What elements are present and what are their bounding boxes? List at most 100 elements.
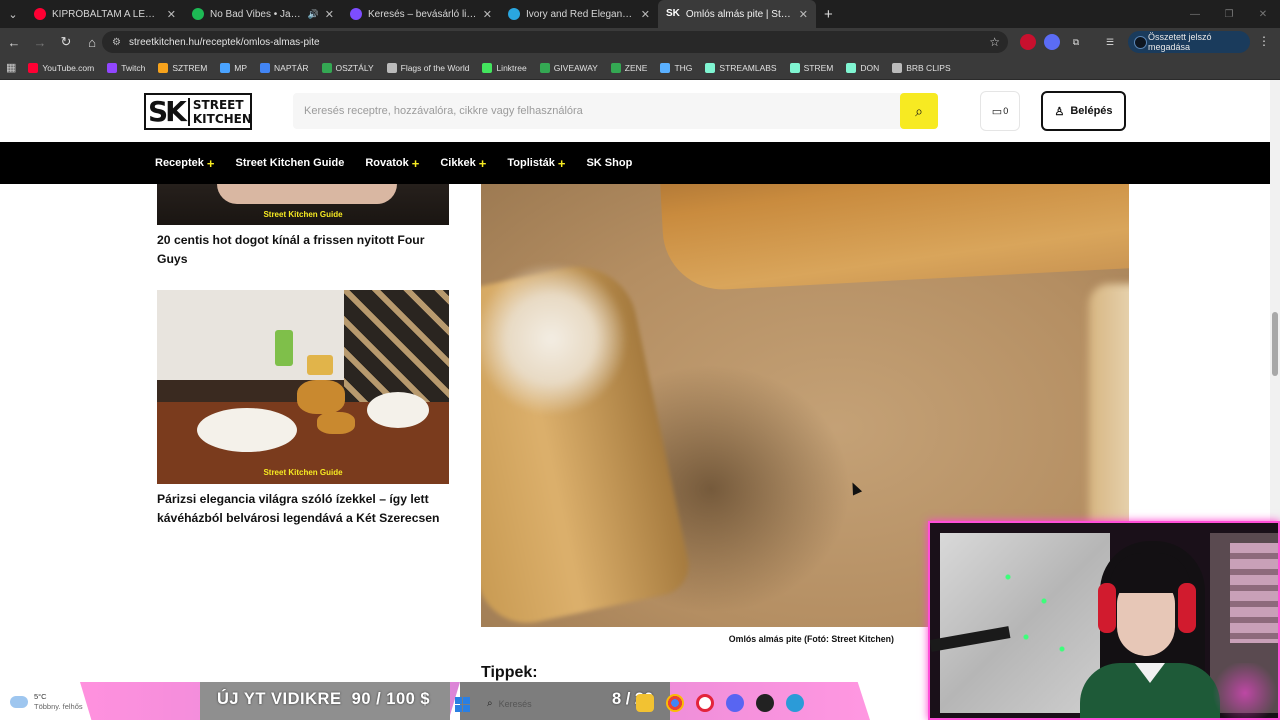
scrollbar-thumb[interactable] xyxy=(1272,312,1278,376)
bookmarks-bar: ▦ YouTube.com Twitch SZTREM MP NAPTÁR OSZTÁLY… xyxy=(0,56,1280,80)
close-tab-icon[interactable]: ✕ xyxy=(483,8,492,21)
bookmark-favicon-icon xyxy=(610,62,621,73)
apps-grid-icon[interactable]: ▦ xyxy=(6,61,16,74)
browser-tab[interactable]: Ivory and Red Elegant Minimali ✕ xyxy=(500,0,658,28)
plus-icon: + xyxy=(206,155,215,171)
windows-start-icon[interactable] xyxy=(455,697,470,712)
bookmark-item[interactable]: STREAMLABS xyxy=(705,62,777,73)
login-button[interactable]: ♙ Belépés xyxy=(1041,91,1126,131)
back-arrow-icon[interactable]: ← xyxy=(2,30,26,54)
extension-shield-icon[interactable] xyxy=(1020,34,1036,50)
nav-item-label: Toplisták xyxy=(507,157,555,169)
bookmark-item[interactable]: THG xyxy=(660,62,692,73)
bookmark-item[interactable]: SZTREM xyxy=(158,62,207,73)
nav-item-label: Cikkek xyxy=(440,157,476,169)
bookmark-item[interactable]: YouTube.com xyxy=(28,62,94,73)
sk-favicon-icon: SK xyxy=(666,8,680,19)
article-card-image[interactable]: Street Kitchen Guide xyxy=(157,290,449,484)
password-prompt-chip[interactable]: Összetett jelszó megadása xyxy=(1128,31,1250,53)
nav-item-label: SK Shop xyxy=(586,157,633,169)
logo-line: KITCHEN xyxy=(192,111,252,126)
close-tab-icon[interactable]: ✕ xyxy=(641,8,650,21)
extension-circle-icon[interactable] xyxy=(1044,34,1060,50)
photo-bowl xyxy=(367,392,429,428)
bookmark-favicon-icon xyxy=(321,62,332,73)
bookmark-item[interactable]: OSZTÁLY xyxy=(321,62,374,73)
article-card-image[interactable]: Street Kitchen Guide xyxy=(157,184,449,225)
reload-icon[interactable]: ↻ xyxy=(54,30,78,54)
photo-glass xyxy=(275,330,293,366)
close-tab-icon[interactable]: ✕ xyxy=(799,8,808,21)
bookmark-favicon-icon xyxy=(892,62,903,73)
taskbar-weather[interactable]: 5°C Többny. felhős xyxy=(10,692,83,712)
app-icon[interactable] xyxy=(786,694,804,712)
browser-tab[interactable]: KIPRÓBÁLTAM A LEGENDÁS KÁ ✕ xyxy=(26,0,184,28)
site-info-icon[interactable]: ⚙ xyxy=(112,37,121,48)
bookmark-item[interactable]: MP xyxy=(220,62,248,73)
bookmark-item[interactable]: STREM xyxy=(789,62,833,73)
minimize-icon[interactable]: — xyxy=(1178,0,1212,28)
bookmark-favicon-icon xyxy=(386,62,397,73)
login-label: Belépés xyxy=(1070,105,1113,117)
article-card-title[interactable]: Párizsi elegancia világra szóló ízekkel … xyxy=(157,490,449,528)
browser-toolbar: ← → ↻ ⌂ ⚙ streetkitchen.hu/receptek/omlo… xyxy=(0,28,1280,56)
weather-text: 5°C Többny. felhős xyxy=(34,692,83,712)
bookmark-favicon-icon xyxy=(28,62,39,73)
cloud-icon xyxy=(10,696,28,708)
new-tab-plus-icon[interactable]: + xyxy=(824,6,833,23)
spotify-favicon-icon xyxy=(192,8,204,20)
close-tab-icon[interactable]: ✕ xyxy=(325,8,334,21)
search-button[interactable]: ⌕ xyxy=(900,93,938,129)
browser-tab[interactable]: No Bad Vibes • Jazzy, KILIM 🔊 ✕ xyxy=(184,0,342,28)
nav-item[interactable]: Receptek + xyxy=(155,156,215,171)
extensions-puzzle-icon[interactable]: ⧉ xyxy=(1068,34,1084,50)
bookmark-label: MP xyxy=(234,62,248,73)
bookmark-label: STREAMLABS xyxy=(719,62,777,73)
bookmark-star-icon[interactable]: ☆ xyxy=(989,35,1000,49)
bookmark-item[interactable]: Twitch xyxy=(107,62,145,73)
nav-item[interactable]: Toplisták + xyxy=(507,156,565,171)
user-icon: ♙ xyxy=(1054,105,1065,118)
nav-item[interactable]: Rovatok + xyxy=(365,156,419,171)
taskbar-apps xyxy=(636,694,816,712)
address-bar[interactable]: ⚙ streetkitchen.hu/receptek/omlos-almas-… xyxy=(102,31,1008,53)
bookmark-item[interactable]: Flags of the World xyxy=(386,62,470,73)
maximize-icon[interactable]: ❐ xyxy=(1212,0,1246,28)
chrome-icon[interactable] xyxy=(666,694,684,712)
reading-list-icon[interactable]: ☰ xyxy=(1102,34,1118,50)
bookmark-item[interactable]: BRB CLIPS xyxy=(892,62,951,73)
street-kitchen-logo[interactable]: SK STREET KITCHEN xyxy=(144,93,252,130)
webcam-shelf xyxy=(1230,543,1278,643)
obs-icon[interactable] xyxy=(756,694,774,712)
browser-tab-bar: ⌄ KIPRÓBÁLTAM A LEGENDÁS KÁ ✕ No Bad Vib… xyxy=(0,0,1280,28)
tab-search-chevron-icon[interactable]: ⌄ xyxy=(0,0,26,28)
nav-item[interactable]: SK Shop xyxy=(586,157,632,169)
site-search-input[interactable]: Keresés receptre, hozzávalóra, cikkre va… xyxy=(293,93,938,129)
bookmark-item[interactable]: Linktree xyxy=(482,62,527,73)
bookmark-item[interactable]: DON xyxy=(846,62,879,73)
article-card-title[interactable]: 20 centis hot dogot kínál a frissen nyit… xyxy=(157,231,449,269)
browser-tab[interactable]: Keresés – bevásárló lista – Canv ✕ xyxy=(342,0,500,28)
home-icon[interactable]: ⌂ xyxy=(80,30,104,54)
nav-item[interactable]: Cikkek + xyxy=(440,156,486,171)
nav-item[interactable]: Street Kitchen Guide xyxy=(236,157,345,169)
taskbar-search-label: Keresés xyxy=(498,698,532,709)
close-tab-icon[interactable]: ✕ xyxy=(167,8,176,21)
speaker-icon[interactable]: 🔊 xyxy=(308,9,319,20)
bookmark-item[interactable]: ZENE xyxy=(610,62,647,73)
forward-arrow-icon[interactable]: → xyxy=(28,30,52,54)
browser-tab-active[interactable]: SK Omlós almás pite | Street Kitche ✕ xyxy=(658,0,816,28)
close-window-icon[interactable]: ✕ xyxy=(1246,0,1280,28)
goal-progress: 90 / 100 $ xyxy=(351,690,431,708)
bookmark-label: Flags of the World xyxy=(400,62,470,73)
opera-icon[interactable] xyxy=(696,694,714,712)
tab-title: KIPRÓBÁLTAM A LEGENDÁS KÁ xyxy=(52,8,161,20)
taskbar-search[interactable]: ⌕ Keresés xyxy=(487,698,532,709)
cart-button[interactable]: ▭ 0 xyxy=(980,91,1020,131)
file-explorer-icon[interactable] xyxy=(636,694,654,712)
bookmark-item[interactable]: NAPTÁR xyxy=(260,62,309,73)
bookmark-favicon-icon xyxy=(482,62,493,73)
browser-menu-icon[interactable]: ⋮ xyxy=(1258,34,1270,48)
discord-icon[interactable] xyxy=(726,694,744,712)
bookmark-item[interactable]: GIVEAWAY xyxy=(539,62,598,73)
